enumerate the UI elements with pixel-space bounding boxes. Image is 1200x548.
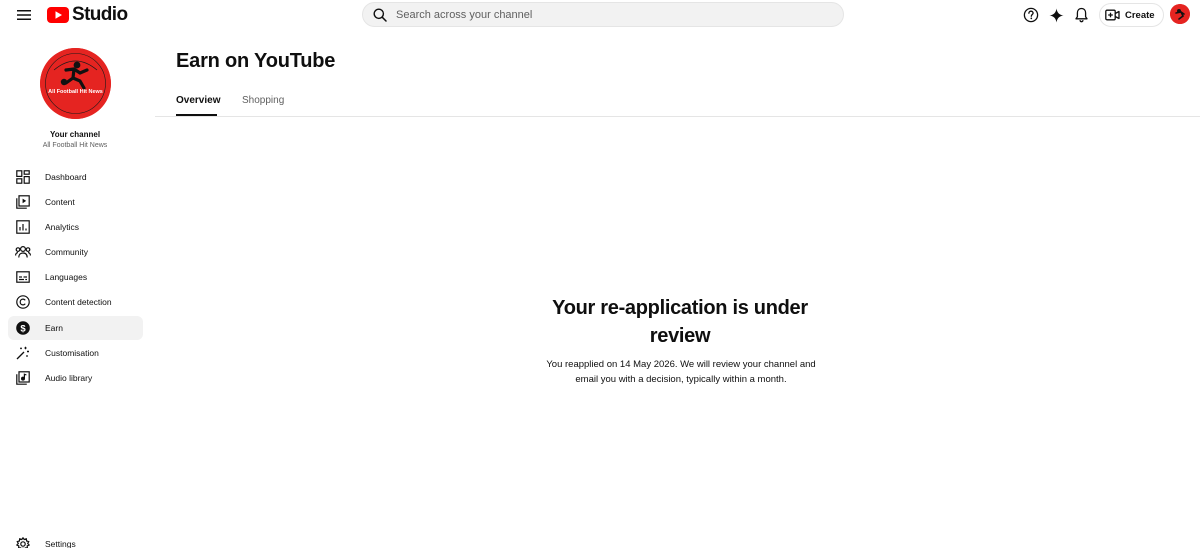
notifications-button[interactable]	[1072, 6, 1090, 24]
audio-library-icon	[15, 370, 31, 386]
sidebar-item-audio-library[interactable]: Audio library	[8, 366, 143, 390]
sidebar-item-label: Settings	[45, 539, 76, 548]
analytics-icon	[15, 219, 31, 235]
content-icon	[15, 194, 31, 210]
tab-overview[interactable]: Overview	[176, 95, 220, 106]
review-status-description: You reapplied on 14 May 2026. We will re…	[546, 359, 816, 385]
sidebar-item-settings[interactable]: Settings	[8, 532, 143, 548]
languages-icon	[15, 269, 31, 285]
logo-text: Studio	[72, 4, 128, 25]
dollar-icon: $	[15, 320, 31, 336]
tab-shopping[interactable]: Shopping	[242, 95, 284, 106]
page-title: Earn on YouTube	[176, 50, 336, 72]
svg-text:$: $	[20, 323, 26, 334]
sidebar: All Football Hit News Your channel All F…	[0, 30, 152, 548]
sidebar-item-label: Dashboard	[45, 172, 87, 182]
bell-icon	[1074, 7, 1088, 23]
channel-name[interactable]: All Football Hit News	[0, 142, 150, 149]
studio-logo[interactable]: Studio	[47, 4, 128, 26]
copyright-icon	[15, 294, 31, 310]
create-video-icon	[1105, 9, 1120, 21]
sidebar-item-label: Languages	[45, 272, 88, 282]
review-status-title: Your re-application is under review	[552, 297, 808, 347]
menu-button[interactable]	[14, 5, 34, 25]
channel-avatar-text: All Football Hit News	[48, 89, 103, 95]
account-avatar[interactable]	[1170, 4, 1190, 24]
search-input[interactable]	[396, 8, 816, 21]
settings-icon	[15, 536, 31, 548]
sidebar-item-analytics[interactable]: Analytics	[8, 215, 143, 239]
sidebar-item-earn[interactable]: $ Earn	[8, 316, 143, 340]
community-icon	[15, 244, 31, 260]
channel-avatar[interactable]: All Football Hit News	[40, 48, 111, 119]
sidebar-item-content-detection[interactable]: Content detection	[8, 290, 143, 314]
sidebar-item-label: Content	[45, 197, 75, 207]
ai-sparkle-button[interactable]	[1047, 6, 1065, 24]
create-button[interactable]: Create	[1099, 3, 1164, 27]
sidebar-item-customisation[interactable]: Customisation	[8, 341, 143, 365]
menu-icon	[17, 10, 31, 20]
sidebar-item-community[interactable]: Community	[8, 240, 143, 264]
studio-app: Studio Search across your channel Create…	[0, 0, 1200, 548]
top-bar: Studio Search across your channel Create	[0, 0, 1200, 30]
search-icon	[373, 8, 387, 22]
sidebar-item-label: Audio library	[45, 373, 93, 383]
dashboard-icon	[15, 169, 31, 185]
sidebar-item-label: Content detection	[45, 297, 112, 307]
sidebar-item-label: Analytics	[45, 222, 80, 232]
sidebar-item-label: Earn	[45, 323, 63, 333]
sidebar-item-languages[interactable]: Languages	[8, 265, 143, 289]
help-icon	[1023, 7, 1039, 23]
sidebar-item-label: Customisation	[45, 348, 99, 358]
sidebar-item-dashboard[interactable]: Dashboard	[8, 165, 143, 189]
account-avatar-image	[1170, 4, 1190, 24]
your-channel-label: Your channel	[49, 130, 101, 139]
youtube-logo-icon	[47, 7, 69, 23]
help-button[interactable]	[1022, 6, 1040, 24]
sidebar-item-content[interactable]: Content	[8, 190, 143, 214]
search-bar[interactable]	[362, 2, 844, 27]
tabs-divider	[155, 116, 1200, 117]
sidebar-item-label: Community	[45, 247, 88, 257]
magic-wand-icon	[15, 345, 31, 361]
create-button-label: Create	[1125, 9, 1155, 21]
sparkle-icon	[1048, 7, 1064, 23]
channel-logo-image	[40, 48, 111, 119]
